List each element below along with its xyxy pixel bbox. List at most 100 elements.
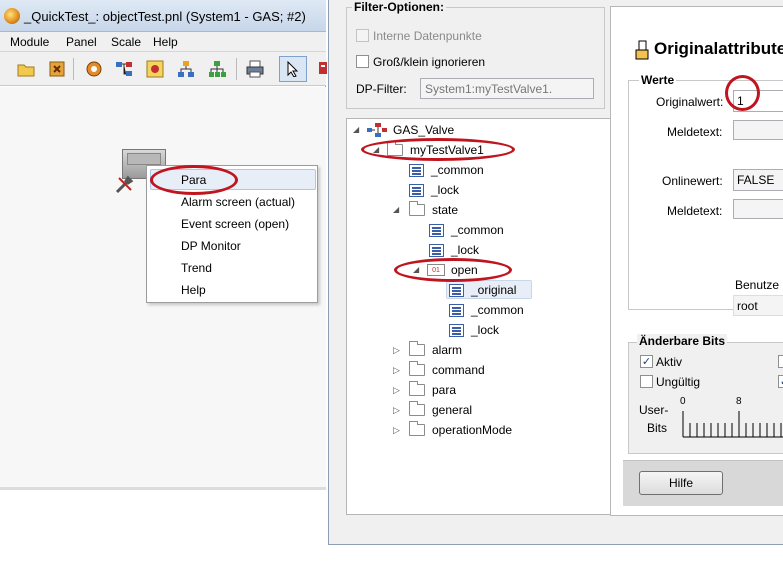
window-bottom-edge — [0, 487, 326, 490]
ctx-item-trend[interactable]: Trend — [181, 261, 212, 275]
context-menu: Para Alarm screen (actual) Event screen … — [146, 165, 318, 303]
tree-node-state-common[interactable]: _common — [429, 221, 504, 239]
bit-checkbox-right-1[interactable] — [778, 355, 783, 368]
menubar: Module Panel Scale Help — [0, 32, 326, 52]
menu-panel[interactable]: Panel — [66, 35, 97, 49]
aktiv-checkbox[interactable]: ✓ — [640, 355, 653, 368]
tree-label: _lock — [431, 183, 460, 197]
collapsed-arrow-icon[interactable]: ▷ — [393, 345, 400, 356]
print-icon[interactable] — [244, 58, 266, 80]
tree-node-open[interactable]: 01 open — [427, 261, 478, 279]
user-bits-scale-8: 8 — [736, 396, 742, 407]
bit-checkbox-right-2[interactable]: ✓ — [778, 375, 783, 388]
tree-label: open — [451, 263, 478, 277]
open-folder-icon[interactable] — [15, 58, 37, 80]
collapsed-arrow-icon[interactable]: ▷ — [393, 385, 400, 396]
tree-node-state-lock[interactable]: _lock — [429, 241, 479, 259]
expand-arrow-icon[interactable]: ◢ — [413, 265, 419, 274]
element-icon — [409, 183, 424, 197]
folder-icon — [409, 381, 425, 396]
meldetext-field-2 — [733, 199, 783, 219]
tree-node-command[interactable]: command — [409, 361, 485, 379]
benutzer-label: Benutze — [735, 278, 780, 292]
element-icon — [449, 303, 464, 317]
tree-label: _lock — [471, 323, 500, 337]
tree-node-lock[interactable]: _lock — [409, 181, 459, 199]
tree-label-mytestvalve1: myTestValve1 — [410, 143, 484, 157]
element-icon — [429, 243, 444, 257]
hierarchy-icon[interactable] — [175, 58, 197, 80]
tree-node-original[interactable]: _original — [449, 281, 516, 299]
meldetext-field[interactable] — [733, 120, 783, 140]
folder-icon — [409, 421, 425, 436]
tree-node-open-lock[interactable]: _lock — [449, 321, 499, 339]
network-icon[interactable] — [206, 58, 228, 80]
para-window: Filter-Optionen: Interne Datenpunkte Gro… — [328, 0, 783, 545]
image-icon[interactable] — [144, 58, 166, 80]
folder-icon — [409, 361, 425, 376]
originalattribute-header: Originalattribute — [654, 39, 783, 58]
menu-help[interactable]: Help — [153, 35, 178, 49]
dp-tree[interactable]: ◢ GAS_Valve ◢ myTestValve1 _common _lock… — [346, 118, 622, 515]
internal-dp-checkbox[interactable] — [356, 29, 369, 42]
werte-group — [628, 80, 783, 310]
window-titlebar[interactable]: _QuickTest_: objectTest.pnl (System1 - G… — [0, 0, 326, 32]
ignore-case-checkbox[interactable] — [356, 55, 369, 68]
tree-label: _lock — [451, 243, 480, 257]
meldetext-label: Meldetext: — [667, 125, 723, 139]
tree-label: general — [432, 403, 473, 417]
element-icon — [449, 283, 464, 297]
tree-node-operationmode[interactable]: operationMode — [409, 421, 512, 439]
select-arrow-icon[interactable] — [279, 56, 307, 82]
filter-options-title: Filter-Optionen: — [352, 0, 446, 14]
hilfe-button[interactable]: Hilfe — [639, 471, 723, 495]
user-bits-label-1: User- — [639, 403, 669, 417]
element-icon — [449, 323, 464, 337]
tree-node-gas-valve[interactable]: GAS_Valve — [367, 121, 454, 139]
meldetext-label-2: Meldetext: — [667, 204, 723, 218]
dp-filter-input[interactable]: System1:myTestValve1. — [420, 78, 594, 99]
expand-arrow-icon[interactable]: ◢ — [373, 145, 379, 154]
element-icon — [429, 223, 444, 237]
toolbar — [0, 52, 327, 86]
folder-icon — [409, 341, 425, 356]
menu-scale[interactable]: Scale — [111, 35, 141, 49]
ctx-item-event-screen[interactable]: Event screen (open) — [181, 217, 289, 231]
werte-title: Werte — [639, 73, 677, 87]
expand-arrow-icon[interactable]: ◢ — [393, 205, 399, 214]
tree-label: operationMode — [432, 423, 513, 437]
user-bits-scale-0: 0 — [680, 396, 686, 407]
collapsed-arrow-icon[interactable]: ▷ — [393, 365, 400, 376]
collapsed-arrow-icon[interactable]: ▷ — [393, 405, 400, 416]
expand-arrow-icon[interactable]: ◢ — [353, 125, 359, 134]
onlinewert-field: FALSE — [733, 169, 783, 191]
ctx-item-dp-monitor[interactable]: DP Monitor — [181, 239, 241, 253]
settings-gear-icon[interactable] — [83, 58, 105, 80]
ignore-case-label: Groß/klein ignorieren — [373, 55, 486, 69]
tree-node-open-common[interactable]: _common — [449, 301, 524, 319]
folder-icon — [409, 401, 425, 416]
ctx-item-alarm-screen[interactable]: Alarm screen (actual) — [181, 195, 295, 209]
tree-node-common[interactable]: _common — [409, 161, 484, 179]
wrench-icon — [114, 175, 134, 198]
ungueltig-checkbox[interactable] — [640, 375, 653, 388]
tree-node-general[interactable]: general — [409, 401, 472, 419]
ctx-item-para[interactable]: Para — [181, 173, 206, 187]
tree-node-mytestvalve1[interactable]: myTestValve1 — [387, 141, 484, 159]
aktiv-label: Aktiv — [656, 355, 683, 369]
attributes-panel: Originalattribute Werte Originalwert: 1 … — [610, 6, 783, 516]
valve-object-body — [127, 153, 161, 165]
user-bits-ruler[interactable] — [681, 409, 783, 442]
collapsed-arrow-icon[interactable]: ▷ — [393, 425, 400, 436]
ctx-item-help[interactable]: Help — [181, 283, 206, 297]
tree-node-para[interactable]: para — [409, 381, 456, 399]
originalwert-input[interactable]: 1 — [733, 90, 783, 112]
tree-node-alarm[interactable]: alarm — [409, 341, 462, 359]
close-icon[interactable] — [46, 58, 68, 80]
tree-label: _common — [451, 223, 504, 237]
menu-module[interactable]: Module — [10, 35, 49, 49]
tree-node-state[interactable]: state — [409, 201, 458, 219]
tree-icon[interactable] — [113, 58, 135, 80]
tree-label: alarm — [432, 343, 463, 357]
bool-01-icon: 01 — [427, 264, 445, 276]
